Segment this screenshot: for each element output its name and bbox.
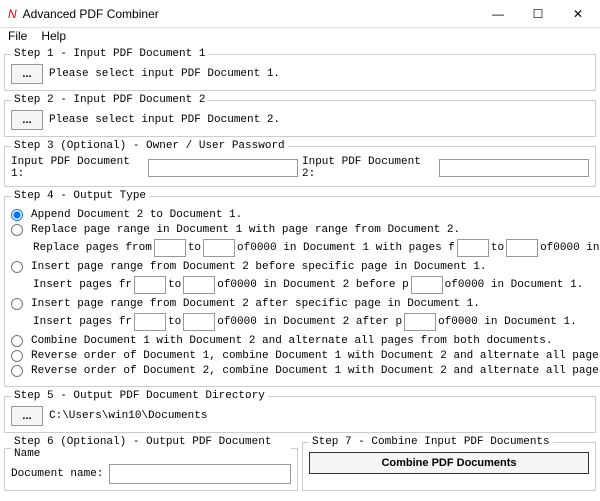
insbef-to[interactable] — [183, 276, 215, 294]
minimize-button[interactable]: — — [478, 0, 518, 28]
radio-reverse2[interactable] — [11, 365, 23, 377]
step5-legend: Step 5 - Output PDF Document Directory — [11, 390, 268, 402]
replace-sub-e: of0000 in Document 2. — [540, 242, 600, 254]
step2-legend: Step 2 - Input PDF Document 2 — [11, 94, 208, 106]
step7-legend: Step 7 - Combine Input PDF Documents — [309, 436, 553, 448]
step4-legend: Step 4 - Output Type — [11, 190, 149, 202]
replace-from-1[interactable] — [154, 239, 186, 257]
menu-help[interactable]: Help — [41, 29, 66, 45]
radio-insert-after[interactable] — [11, 298, 23, 310]
step5-group: Step 5 - Output PDF Document Directory .… — [4, 390, 596, 433]
document-name-input[interactable] — [109, 464, 291, 484]
insbef-page[interactable] — [411, 276, 443, 294]
step3-legend: Step 3 (Optional) - Owner / User Passwor… — [11, 140, 288, 152]
window-title: Advanced PDF Combiner — [23, 7, 478, 21]
step2-group: Step 2 - Input PDF Document 2 ... Please… — [4, 94, 596, 137]
insaft-sub-d: of0000 in Document 1. — [438, 316, 577, 328]
replace-to-2[interactable] — [506, 239, 538, 257]
insbef-sub-c: of0000 in Document 2 before p — [217, 279, 408, 291]
step5-path: C:\Users\win10\Documents — [49, 410, 207, 422]
radio-combine-alt[interactable] — [11, 335, 23, 347]
step2-browse-button[interactable]: ... — [11, 110, 43, 130]
step1-group: Step 1 - Input PDF Document 1 ... Please… — [4, 48, 596, 91]
menubar: File Help — [0, 28, 600, 46]
titlebar: N Advanced PDF Combiner — ☐ ✕ — [0, 0, 600, 28]
radio-reverse2-label: Reverse order of Document 2, combine Doc… — [31, 365, 600, 377]
step1-browse-button[interactable]: ... — [11, 64, 43, 84]
step1-legend: Step 1 - Input PDF Document 1 — [11, 48, 208, 60]
step6-legend: Step 6 (Optional) - Output PDF Document … — [11, 436, 291, 460]
insbef-sub-d: of0000 in Document 1. — [445, 279, 584, 291]
step1-text: Please select input PDF Document 1. — [49, 68, 280, 80]
insaft-sub-b: to — [168, 316, 181, 328]
step4-group: Step 4 - Output Type Append Document 2 t… — [4, 190, 600, 387]
insbef-from[interactable] — [134, 276, 166, 294]
step6-group: Step 6 (Optional) - Output PDF Document … — [4, 436, 298, 491]
radio-replace[interactable] — [11, 224, 23, 236]
password-input-2[interactable] — [439, 159, 589, 177]
radio-append-label: Append Document 2 to Document 1. — [31, 209, 242, 221]
combine-button[interactable]: Combine PDF Documents — [309, 452, 589, 474]
password-input-1[interactable] — [148, 159, 298, 177]
step3-label1: Input PDF Document 1: — [11, 156, 144, 180]
menu-file[interactable]: File — [8, 29, 27, 45]
step3-group: Step 3 (Optional) - Owner / User Passwor… — [4, 140, 596, 187]
maximize-button[interactable]: ☐ — [518, 0, 558, 28]
radio-combine-alt-label: Combine Document 1 with Document 2 and a… — [31, 335, 553, 347]
replace-sub-a: Replace pages from — [33, 242, 152, 254]
radio-reverse1[interactable] — [11, 350, 23, 362]
insaft-to[interactable] — [183, 313, 215, 331]
replace-sub-c: of0000 in Document 1 with pages f — [237, 242, 455, 254]
insaft-sub-a: Insert pages fr — [33, 316, 132, 328]
insbef-sub-b: to — [168, 279, 181, 291]
step2-text: Please select input PDF Document 2. — [49, 114, 280, 126]
radio-insert-after-label: Insert page range from Document 2 after … — [31, 298, 480, 310]
close-button[interactable]: ✕ — [558, 0, 598, 28]
step5-browse-button[interactable]: ... — [11, 406, 43, 426]
replace-sub-b: to — [188, 242, 201, 254]
app-icon: N — [8, 7, 17, 21]
replace-from-2[interactable] — [457, 239, 489, 257]
radio-insert-before-label: Insert page range from Document 2 before… — [31, 261, 486, 273]
radio-append[interactable] — [11, 209, 23, 221]
insaft-sub-c: of0000 in Document 2 after p — [217, 316, 402, 328]
radio-reverse1-label: Reverse order of Document 1, combine Doc… — [31, 350, 600, 362]
replace-to-1[interactable] — [203, 239, 235, 257]
insaft-from[interactable] — [134, 313, 166, 331]
radio-insert-before[interactable] — [11, 261, 23, 273]
step6-label: Document name: — [11, 468, 103, 480]
step7-group: Step 7 - Combine Input PDF Documents Com… — [302, 436, 596, 491]
insaft-page[interactable] — [404, 313, 436, 331]
insbef-sub-a: Insert pages fr — [33, 279, 132, 291]
radio-replace-label: Replace page range in Document 1 with pa… — [31, 224, 460, 236]
replace-sub-d: to — [491, 242, 504, 254]
step3-label2: Input PDF Document 2: — [302, 156, 435, 180]
